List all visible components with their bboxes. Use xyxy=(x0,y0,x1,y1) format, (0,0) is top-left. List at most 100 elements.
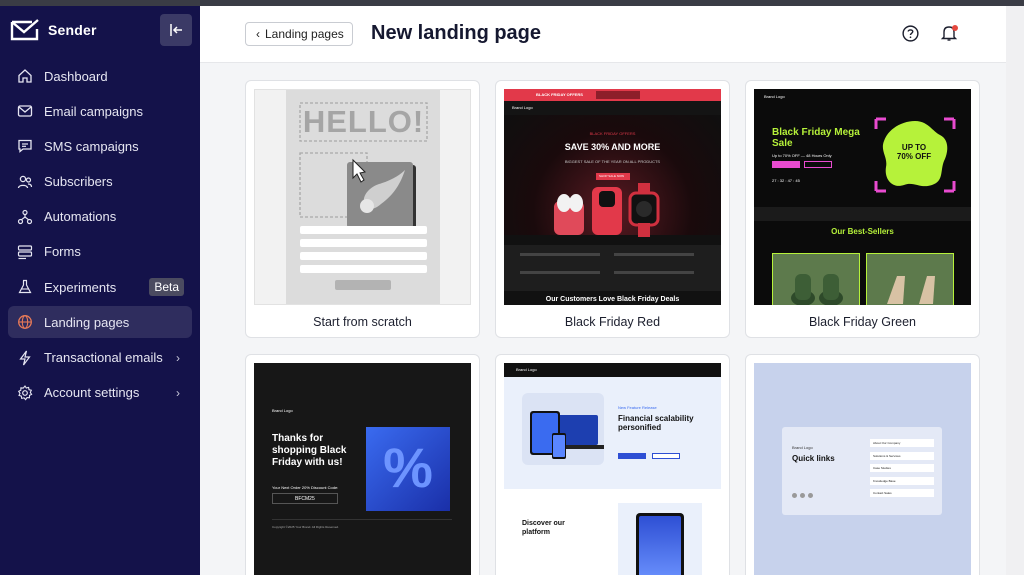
template-thumbnail: Brand Logo Quick links About Our Company… xyxy=(754,363,971,575)
fin-logo: Brand Logo xyxy=(516,367,537,372)
bolt-icon xyxy=(16,349,34,367)
bf-red-headline: SAVE 30% AND MORE xyxy=(564,142,661,152)
bf-green-divider xyxy=(754,207,971,221)
sidebar-item-label: Transactional emails xyxy=(44,350,163,365)
bf-green-bestsellers: Our Best-Sellers xyxy=(831,227,894,236)
brand[interactable]: Sender xyxy=(10,18,97,42)
bf-red-logo: Brand Logo xyxy=(512,105,533,110)
sidebar-item-subscribers[interactable]: Subscribers xyxy=(8,166,192,198)
thanks-code-box: BFCM25 xyxy=(272,493,338,504)
sidebar-item-forms[interactable]: Forms xyxy=(8,236,192,268)
ql-panel: Brand Logo Quick links About Our Company… xyxy=(782,427,942,515)
bf-red-hero: BLACK FRIDAY OFFERS SAVE 30% AND MORE BI… xyxy=(504,115,721,237)
ql-link-list: About Our Company Solutions & Services C… xyxy=(870,439,934,502)
template-card-quick-links[interactable]: Brand Logo Quick links About Our Company… xyxy=(745,354,980,575)
fin-nav: Brand Logo xyxy=(504,363,721,377)
template-label: Black Friday Red xyxy=(564,315,661,329)
ql-link-label: Contact Sales xyxy=(873,491,892,495)
template-card-start-from-scratch[interactable]: HELLO! Start from scratch xyxy=(245,80,480,338)
bf-green-btn-primary xyxy=(772,161,800,168)
template-card-financial-scalability[interactable]: Brand Logo New Feature Release Financial… xyxy=(495,354,730,575)
hello-heading: HELLO! xyxy=(302,104,425,139)
forms-icon xyxy=(16,243,34,261)
globe-icon xyxy=(16,313,34,331)
fin-headline: Financial scalability personified xyxy=(618,414,694,432)
ql-logo: Brand Logo xyxy=(792,445,813,450)
page-title: New landing page xyxy=(371,22,542,44)
window-right-edge xyxy=(1006,6,1024,575)
fin-kicker: New Feature Release xyxy=(618,405,657,410)
collapse-sidebar-button[interactable] xyxy=(160,14,192,46)
fin-section-title: Discover our platform xyxy=(522,520,565,536)
help-icon[interactable] xyxy=(902,25,919,42)
sidebar-item-label: Landing pages xyxy=(44,314,130,330)
chevron-right-icon: › xyxy=(176,350,180,365)
sidebar-item-email-campaigns[interactable]: Email campaigns xyxy=(8,95,192,127)
main-nav: Dashboard Email campaigns SMS campaigns … xyxy=(8,60,192,412)
sidebar-item-transactional-emails[interactable]: Transactional emails › xyxy=(8,342,192,374)
sidebar-item-label: Dashboard xyxy=(44,68,108,84)
ql-link: About Our Company xyxy=(870,439,934,447)
bf-green-headline: Black Friday Mega Sale xyxy=(772,127,860,149)
sender-logo-icon xyxy=(10,19,39,41)
back-label: Landing pages xyxy=(265,27,344,41)
bf-red-cta-label: SHOP SALE NOW xyxy=(599,174,625,178)
sidebar-item-automations[interactable]: Automations xyxy=(8,201,192,233)
sidebar-item-label: Account settings xyxy=(44,385,140,401)
template-card-black-friday-green[interactable]: Brand Logo Black Friday Mega Sale Up to … xyxy=(745,80,980,338)
fin-hero: New Feature Release Financial scalabilit… xyxy=(504,377,721,489)
chat-icon xyxy=(16,137,34,155)
fin-btn-secondary xyxy=(652,453,680,459)
home-icon xyxy=(16,67,34,85)
template-thumbnail: Brand Logo Black Friday Mega Sale Up to … xyxy=(754,89,971,305)
sidebar-item-label: Experiments xyxy=(44,279,117,295)
users-icon xyxy=(16,173,34,191)
percent-glyph: % xyxy=(383,436,433,499)
bf-green-product-2 xyxy=(866,253,954,305)
flask-icon xyxy=(16,278,34,296)
sidebar-item-account-settings[interactable]: Account settings › xyxy=(8,377,192,409)
bf-red-kicker: BLACK FRIDAY OFFERS xyxy=(589,131,636,136)
bf-red-topbar: BLACK FRIDAY OFFERS xyxy=(504,89,721,101)
template-label: Start from scratch xyxy=(313,315,412,329)
sidebar-item-sms-campaigns[interactable]: SMS campaigns xyxy=(8,130,192,162)
chevron-left-icon: ‹ xyxy=(256,27,260,41)
bf-green-badge-text: UP TO 70% OFF xyxy=(896,143,932,161)
chevron-right-icon: › xyxy=(176,385,180,400)
sidebar-item-landing-pages[interactable]: Landing pages xyxy=(8,306,192,339)
gear-icon xyxy=(16,384,34,402)
fin-tablet xyxy=(618,503,702,575)
bf-red-nav: Brand Logo xyxy=(504,101,721,115)
bf-red-footer-heading: Our Customers Love Black Friday Deals xyxy=(545,296,680,303)
thanks-copyright: Copyright ©2025 Your Brand. All Rights R… xyxy=(272,525,339,529)
bf-red-features xyxy=(504,245,721,291)
sidebar-item-label: Forms xyxy=(44,244,81,260)
ql-link-label: About Our Company xyxy=(873,441,901,445)
sidebar-item-dashboard[interactable]: Dashboard xyxy=(8,60,192,92)
ql-link: Solutions & Services xyxy=(870,451,934,460)
bf-red-products xyxy=(554,183,660,237)
template-card-black-friday-thanks[interactable]: Brand Logo Thanks for shopping Black Fri… xyxy=(245,354,480,575)
template-label: Black Friday Green xyxy=(809,315,916,329)
template-thumbnail: HELLO! xyxy=(254,89,471,305)
ql-link-label: Solutions & Services xyxy=(873,453,901,458)
collapse-left-icon xyxy=(170,24,182,36)
brand-name: Sender xyxy=(48,22,97,38)
fin-devices xyxy=(522,393,604,465)
bf-red-cta: SHOP SALE NOW xyxy=(596,173,630,180)
thanks-headline: Thanks for shopping Black Friday with us… xyxy=(272,433,347,468)
template-thumbnail: Brand Logo Thanks for shopping Black Fri… xyxy=(254,363,471,575)
ql-socials xyxy=(792,485,822,498)
main-content: ‹ Landing pages New landing page HELLO! … xyxy=(200,6,1006,575)
thanks-hero-image: % xyxy=(366,427,450,511)
back-to-landing-pages-button[interactable]: ‹ Landing pages xyxy=(245,22,353,46)
sidebar-item-label: SMS campaigns xyxy=(44,138,139,154)
bf-green-btn-secondary xyxy=(804,161,832,168)
sidebar-item-label: Automations xyxy=(44,209,117,225)
thanks-rule xyxy=(272,519,452,520)
ql-link: Knowledge Base xyxy=(870,476,934,485)
notification-dot xyxy=(952,25,958,31)
sidebar-item-experiments[interactable]: Experiments Beta xyxy=(8,271,192,303)
template-card-black-friday-red[interactable]: BLACK FRIDAY OFFERS Brand Logo BLACK FRI… xyxy=(495,80,730,338)
sidebar-item-label: Subscribers xyxy=(44,174,113,190)
